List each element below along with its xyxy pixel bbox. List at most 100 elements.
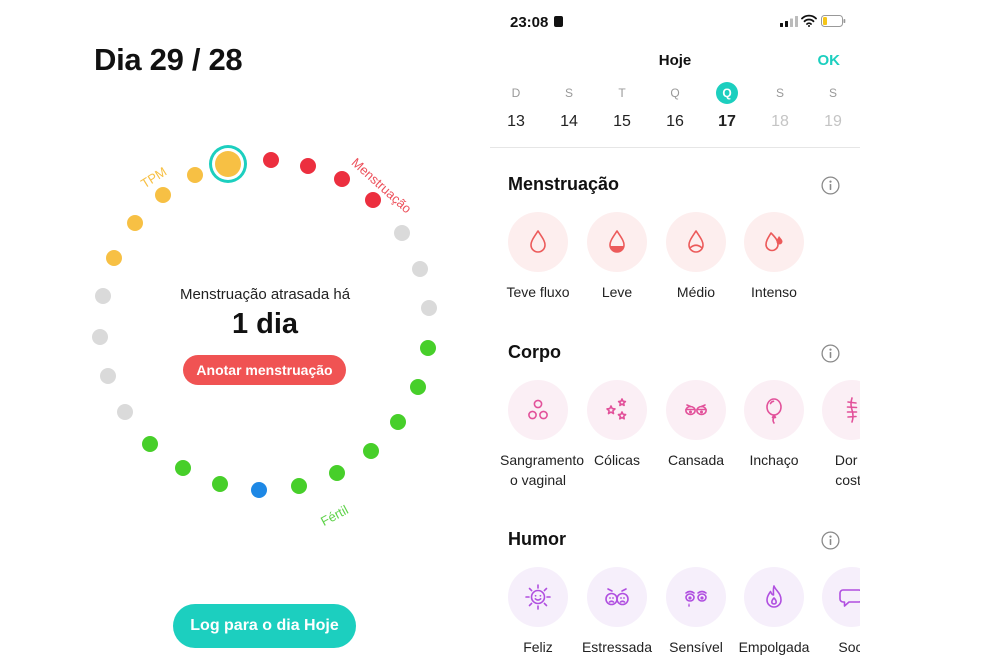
option-label: Empolgada <box>738 639 810 655</box>
wifi-icon <box>801 14 817 27</box>
week-day-14[interactable]: S 14 <box>554 82 584 131</box>
screen-title: Hoje <box>658 52 692 69</box>
option-icon-circle[interactable] <box>508 567 568 627</box>
option-label: Intenso <box>751 284 797 300</box>
week-day-18: S 18 <box>765 82 795 131</box>
drop-light-icon <box>609 230 625 253</box>
weekday-letter: Q <box>716 82 738 104</box>
option-icon-circle[interactable] <box>744 212 804 272</box>
log-option[interactable]: Dor ncosta <box>814 380 860 490</box>
fertile-phase-label: Fértil <box>318 502 351 529</box>
log-option[interactable]: Teve fluxo <box>500 212 576 302</box>
log-option[interactable]: Médio <box>658 212 734 302</box>
cycle-day-dot-pms <box>126 215 143 232</box>
cycle-day-dot-fertile <box>390 413 407 430</box>
spine-icon <box>846 397 858 423</box>
cycle-day-dot-fertile <box>363 443 380 460</box>
cycle-day-dot-fertile <box>174 459 191 476</box>
cycle-day-dot-period <box>334 171 351 188</box>
day-number: 14 <box>560 113 578 130</box>
day-number: 13 <box>507 113 525 130</box>
day-number: 15 <box>613 113 631 130</box>
week-day-17[interactable]: Q 17 <box>712 82 742 131</box>
day-number: 19 <box>824 113 842 130</box>
option-icon-circle[interactable] <box>744 380 804 440</box>
log-option[interactable]: Estressada <box>579 567 655 656</box>
option-icon-circle[interactable] <box>587 380 647 440</box>
cycle-day-dot-neutral <box>412 260 429 277</box>
flame-icon <box>766 585 782 608</box>
option-icon-circle[interactable] <box>666 380 726 440</box>
log-today-button[interactable]: Log para o dia Hoje <box>173 604 356 648</box>
option-icon-circle[interactable] <box>587 212 647 272</box>
section-title: Menstruação <box>508 174 620 194</box>
drop-outline-icon <box>530 230 546 253</box>
log-option[interactable]: Leve <box>579 212 655 302</box>
info-icon[interactable] <box>821 344 840 363</box>
cycle-day-dot-pms <box>155 186 172 203</box>
option-icon-circle[interactable] <box>508 212 568 272</box>
option-label: Cólicas <box>594 452 640 468</box>
log-option[interactable]: Cólicas <box>579 380 655 470</box>
log-option[interactable]: Sangramento o vaginal <box>500 380 585 490</box>
log-option[interactable]: Intenso <box>736 212 812 302</box>
option-label: Dor ncosta <box>834 452 860 488</box>
week-day-15[interactable]: T 15 <box>607 82 637 131</box>
log-option[interactable]: Empolgada <box>736 567 812 656</box>
status-time: 23:08 <box>510 14 549 31</box>
cycle-day-dot-neutral <box>117 404 134 421</box>
balloon-icon <box>766 398 782 424</box>
section-title: Humor <box>508 529 566 549</box>
option-icon-circle[interactable] <box>666 567 726 627</box>
log-option[interactable]: Inchaço <box>736 380 812 470</box>
weekday-letter: S <box>828 86 837 100</box>
sim-card-icon <box>554 16 563 27</box>
info-icon[interactable] <box>821 176 840 195</box>
cycle-panel: Dia 29 / 28 TPM Menstruação Fértil Menst… <box>0 0 490 656</box>
weekday-letter: Q <box>670 86 680 100</box>
cycle-day-title: Dia 29 / 28 <box>94 42 243 77</box>
bubbles-icon <box>528 399 548 420</box>
option-label: Sangramento o vaginal <box>500 452 585 488</box>
period-late-label: Menstruação atrasada há <box>179 286 351 303</box>
option-label: Leve <box>601 284 633 300</box>
section-title: Corpo <box>508 342 561 362</box>
option-label: Sensível <box>669 639 723 655</box>
option-label: Soci <box>838 639 860 655</box>
cycle-day-dot-neutral <box>421 299 438 316</box>
weekday-letter: T <box>618 86 626 100</box>
cycle-day-dot-fertile <box>291 478 308 495</box>
log-period-button[interactable]: Anotar menstruação <box>183 355 346 385</box>
log-option[interactable]: Soci <box>814 567 860 656</box>
option-icon-circle[interactable] <box>508 380 568 440</box>
info-icon[interactable] <box>821 531 840 550</box>
ok-button[interactable]: OK <box>818 52 841 69</box>
week-day-16[interactable]: Q 16 <box>660 82 690 131</box>
stressed-faces-icon <box>605 588 629 606</box>
option-icon-circle[interactable] <box>666 212 726 272</box>
log-option[interactable]: Cansada <box>658 380 734 470</box>
week-day-13[interactable]: D 13 <box>501 82 531 131</box>
cycle-day-dot-neutral <box>92 328 109 345</box>
cycle-day-dot-ovulation <box>251 481 268 498</box>
sun-smile-icon <box>525 584 551 610</box>
cycle-day-dot-neutral <box>94 288 111 305</box>
option-label: Médio <box>676 284 716 300</box>
log-option[interactable]: Feliz <box>500 567 576 656</box>
day-number: 16 <box>666 113 684 130</box>
cycle-day-dot-fertile <box>211 475 228 492</box>
status-bar: 23:08 <box>490 0 860 42</box>
cycle-day-dot-pms <box>106 249 123 266</box>
daily-log-screen: 23:08 Hoje OK D 13 S 14 T 15 Q 16 Q 17 S 18 S 19 Mens… <box>490 0 860 656</box>
log-option[interactable]: Sensível <box>658 567 734 656</box>
stars-icon <box>606 398 627 420</box>
period-phase-label: Menstruação <box>348 154 415 217</box>
option-icon-circle[interactable] <box>822 567 860 627</box>
option-icon-circle[interactable] <box>587 567 647 627</box>
current-day-dot <box>214 151 241 178</box>
option-icon-circle[interactable] <box>744 567 804 627</box>
option-label: Teve fluxo <box>506 284 570 300</box>
cycle-day-dot-period <box>299 157 316 174</box>
cycle-day-dot-fertile <box>409 378 426 395</box>
option-icon-circle[interactable] <box>822 380 860 440</box>
